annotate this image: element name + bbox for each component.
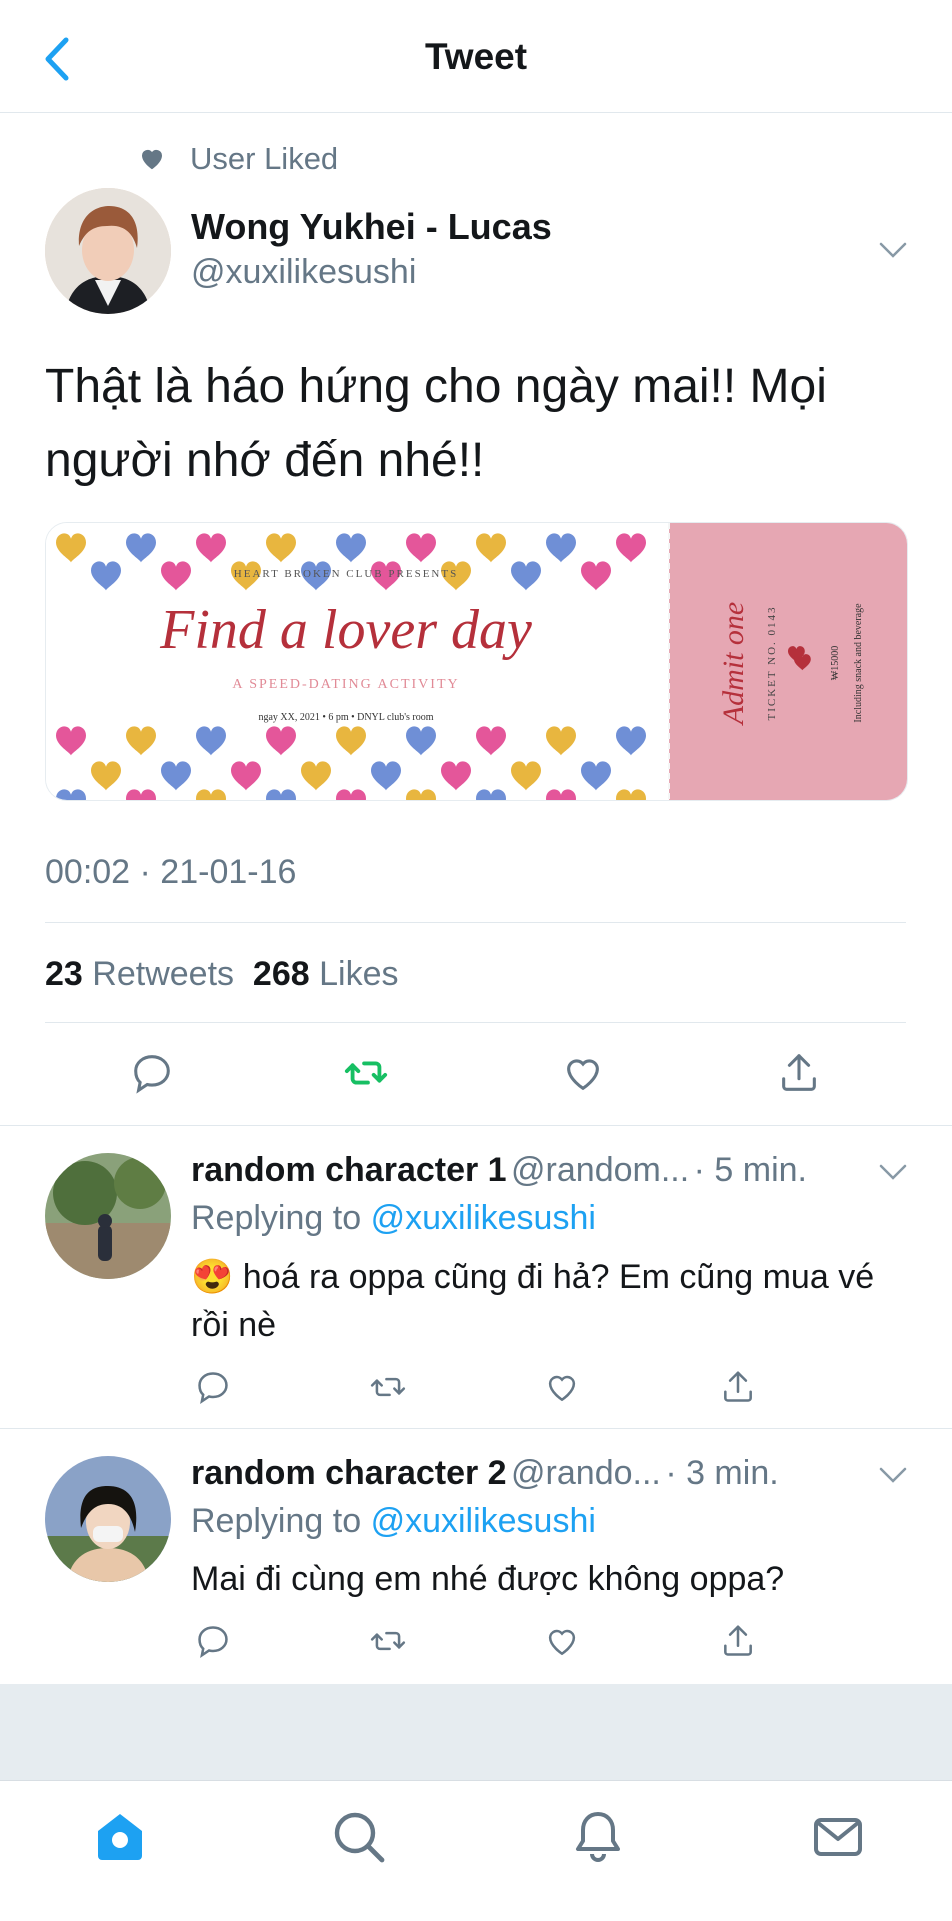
author-avatar[interactable] <box>45 188 171 314</box>
reply-icon[interactable] <box>194 1622 232 1660</box>
empty-area <box>0 1684 952 1780</box>
ticket-title: Find a lover day <box>159 599 532 661</box>
author-handle[interactable]: @xuxilikesushi <box>191 253 416 292</box>
retweet-icon[interactable] <box>369 1368 407 1406</box>
reply-author-handle[interactable]: @random... <box>511 1151 689 1189</box>
divider <box>45 1022 906 1023</box>
page-title: Tweet <box>424 36 528 77</box>
ticket-admit: Admit one <box>717 602 750 726</box>
ticket-note: Including snack and beverage <box>853 603 864 723</box>
chevron-down-icon[interactable] <box>878 1162 908 1182</box>
heart-filled-icon <box>142 149 162 170</box>
tweet-timestamp: 00:02 · 21-01-16 <box>45 853 297 891</box>
reply-author-handle[interactable]: @rando... <box>511 1454 661 1492</box>
ticket-presenter: HEART BROKEN CLUB PRESENTS <box>234 568 458 580</box>
like-icon[interactable] <box>560 1050 606 1096</box>
ticket-number: TICKET NO. 0143 <box>766 605 778 720</box>
ticket-price: ₩15000 <box>830 646 841 680</box>
ticket-details: ngay XX, 2021 • 6 pm • DNYL club's room <box>258 712 433 723</box>
like-label[interactable]: Likes <box>319 955 398 993</box>
search-icon[interactable] <box>330 1808 386 1864</box>
tweet-image-card[interactable]: HEART BROKEN CLUB PRESENTS Find a lover … <box>45 522 908 801</box>
heart-eyes-emoji-icon: 😍 <box>191 1258 234 1296</box>
ticket-stub <box>669 523 907 800</box>
share-icon[interactable] <box>776 1050 822 1096</box>
like-count[interactable]: 268 <box>253 955 310 993</box>
ticket-image: HEART BROKEN CLUB PRESENTS Find a lover … <box>46 523 907 800</box>
share-icon[interactable] <box>719 1622 757 1660</box>
reply-header: random character 1 @random... · 5 min. <box>191 1151 807 1190</box>
retweet-icon[interactable] <box>343 1050 389 1096</box>
replying-to: Replying to @xuxilikesushi <box>191 1502 596 1541</box>
tweet-stats: 23 Retweets 268 Likes <box>45 955 398 994</box>
replying-to-handle[interactable]: @xuxilikesushi <box>371 1199 596 1237</box>
replying-to-label: Replying to <box>191 1502 362 1540</box>
retweet-count[interactable]: 23 <box>45 955 83 993</box>
chevron-down-icon[interactable] <box>878 1465 908 1485</box>
reply-time: · 5 min. <box>693 1151 807 1189</box>
retweet-label[interactable]: Retweets <box>92 955 234 993</box>
tweet-text: Thật là háo hứng cho ngày mai!! Mọi ngườ… <box>45 360 827 487</box>
like-icon[interactable] <box>543 1622 581 1660</box>
reply-time: · 3 min. <box>665 1454 779 1492</box>
divider <box>0 1428 952 1429</box>
reply-text: 😍 hoá ra oppa cũng đi hả? Em cũng mua vé… <box>191 1253 891 1349</box>
reply-avatar[interactable] <box>45 1153 171 1279</box>
reply-text-content: hoá ra oppa cũng đi hả? Em cũng mua vé r… <box>191 1258 875 1344</box>
reply-avatar[interactable] <box>45 1456 171 1582</box>
author-name[interactable]: Wong Yukhei - Lucas <box>191 206 552 248</box>
replying-to-handle[interactable]: @xuxilikesushi <box>371 1502 596 1540</box>
bell-icon[interactable] <box>570 1808 626 1864</box>
reply-author-name[interactable]: random character 1 <box>191 1151 507 1189</box>
chevron-down-icon[interactable] <box>878 240 908 260</box>
reply-icon[interactable] <box>194 1368 232 1406</box>
divider <box>45 922 906 923</box>
replying-to-label: Replying to <box>191 1199 362 1237</box>
ticket-subtitle: A SPEED-DATING ACTIVITY <box>232 677 459 692</box>
reply-text: Mai đi cùng em nhé được không oppa? <box>191 1560 785 1598</box>
mail-icon[interactable] <box>810 1808 866 1864</box>
home-icon[interactable] <box>92 1808 148 1864</box>
divider <box>0 1125 952 1126</box>
retweet-icon[interactable] <box>369 1622 407 1660</box>
share-icon[interactable] <box>719 1368 757 1406</box>
social-context-label: User Liked <box>190 141 339 176</box>
reply-author-name[interactable]: random character 2 <box>191 1454 507 1492</box>
replying-to: Replying to @xuxilikesushi <box>191 1199 596 1238</box>
reply-header: random character 2 @rando... · 3 min. <box>191 1454 779 1493</box>
like-icon[interactable] <box>543 1368 581 1406</box>
reply-icon[interactable] <box>129 1050 175 1096</box>
